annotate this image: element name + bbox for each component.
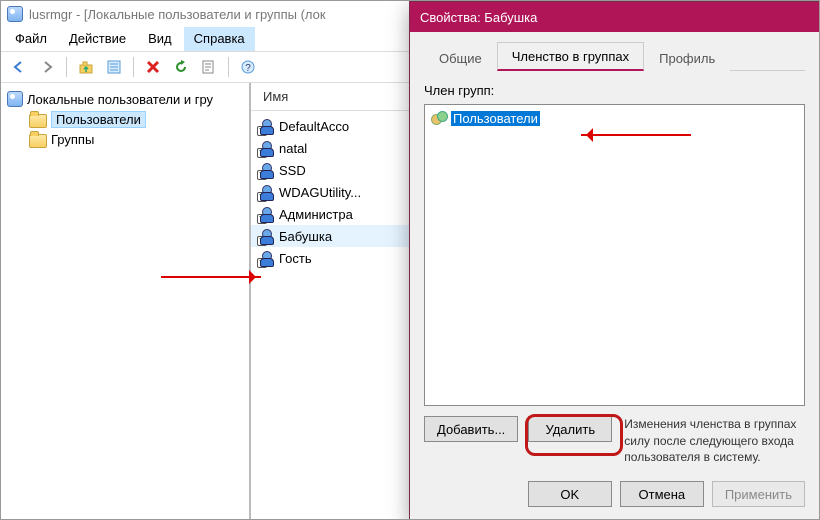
user-icon (259, 206, 275, 222)
tab-general[interactable]: Общие (424, 44, 497, 71)
export-button[interactable] (197, 55, 221, 79)
tab-profile[interactable]: Профиль (644, 44, 730, 71)
folder-icon (29, 114, 47, 128)
tree-item-groups[interactable]: Группы (5, 130, 245, 149)
menu-action[interactable]: Действие (59, 27, 136, 51)
menu-view[interactable]: Вид (138, 27, 182, 51)
toolbar-separator (228, 57, 229, 77)
properties-button[interactable] (102, 55, 126, 79)
up-button[interactable] (74, 55, 98, 79)
ok-button[interactable]: OK (528, 481, 612, 507)
tree-root[interactable]: Локальные пользователи и гру (5, 89, 245, 109)
toolbar-separator (66, 57, 67, 77)
user-icon (259, 184, 275, 200)
menu-file[interactable]: Файл (5, 27, 57, 51)
dialog-footer: OK Отмена Применить (410, 471, 819, 519)
app-icon (7, 6, 23, 22)
nav-forward-button[interactable] (35, 55, 59, 79)
list-item-label: Администра (279, 207, 353, 222)
groups-listbox[interactable]: Пользователи (424, 104, 805, 406)
nav-back-button[interactable] (7, 55, 31, 79)
tree-item-users[interactable]: Пользователи (5, 109, 245, 130)
svg-text:?: ? (245, 63, 251, 74)
nav-tree[interactable]: Локальные пользователи и гру Пользовател… (1, 83, 251, 520)
list-item-label: Бабушка (279, 229, 332, 244)
membership-note: Изменения членства в группах силу после … (624, 416, 805, 465)
group-item[interactable]: Пользователи (429, 109, 800, 127)
window-title: lusrmgr - [Локальные пользователи и груп… (29, 7, 326, 22)
menu-help[interactable]: Справка (184, 27, 255, 51)
help-button[interactable]: ? (236, 55, 260, 79)
list-item-label: natal (279, 141, 307, 156)
user-icon (259, 118, 275, 134)
properties-dialog: Свойства: Бабушка Общие Членство в групп… (409, 1, 820, 520)
list-item-label: DefaultAcco (279, 119, 349, 134)
member-of-label: Член групп: (424, 83, 805, 98)
list-item-label: WDAGUtility... (279, 185, 361, 200)
list-item-label: Гость (279, 251, 312, 266)
tab-membership[interactable]: Членство в группах (497, 42, 644, 71)
add-button[interactable]: Добавить... (424, 416, 518, 442)
user-icon (259, 250, 275, 266)
tree-root-label: Локальные пользователи и гру (27, 92, 213, 107)
tree-root-icon (7, 91, 23, 107)
tree-item-label: Пользователи (51, 111, 146, 128)
delete-button[interactable] (141, 55, 165, 79)
dialog-title: Свойства: Бабушка (420, 10, 537, 25)
dialog-titlebar[interactable]: Свойства: Бабушка (410, 2, 819, 32)
folder-icon (29, 134, 47, 148)
apply-button[interactable]: Применить (712, 481, 805, 507)
tab-strip: Общие Членство в группах Профиль (424, 42, 805, 71)
refresh-button[interactable] (169, 55, 193, 79)
group-icon (431, 110, 447, 126)
group-item-label: Пользователи (451, 111, 540, 126)
cancel-button[interactable]: Отмена (620, 481, 704, 507)
toolbar-separator (133, 57, 134, 77)
tree-item-label: Группы (51, 132, 94, 147)
remove-button[interactable]: Удалить (528, 416, 612, 442)
user-icon (259, 228, 275, 244)
list-item-label: SSD (279, 163, 306, 178)
user-icon (259, 140, 275, 156)
user-icon (259, 162, 275, 178)
